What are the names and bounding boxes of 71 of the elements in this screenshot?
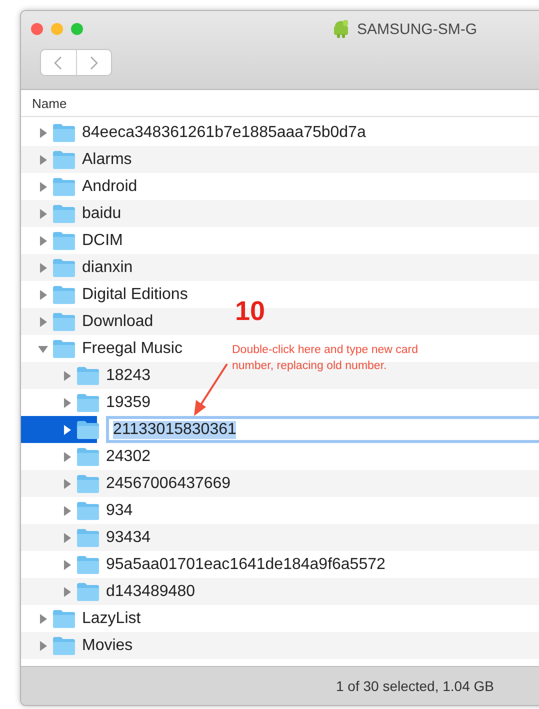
file-name[interactable]: Download	[82, 312, 154, 330]
folder-icon	[76, 528, 100, 548]
triangle-down-icon[interactable]	[38, 344, 48, 354]
triangle-right-icon[interactable]	[38, 236, 48, 246]
folder-icon	[52, 204, 76, 224]
folder-icon	[52, 608, 76, 628]
file-name[interactable]: dianxin	[82, 258, 133, 276]
file-name[interactable]: 934	[106, 502, 133, 520]
file-name[interactable]: Freegal Music	[82, 340, 182, 358]
folder-icon	[76, 554, 100, 574]
triangle-right-icon[interactable]	[38, 640, 48, 650]
android-icon	[331, 19, 351, 39]
triangle-right-icon[interactable]	[38, 290, 48, 300]
folder-icon	[52, 150, 76, 170]
triangle-right-icon[interactable]	[62, 478, 72, 488]
chevron-left-icon	[54, 56, 62, 70]
triangle-right-icon[interactable]	[38, 262, 48, 272]
file-name[interactable]: Alarms	[82, 150, 132, 168]
triangle-right-icon[interactable]	[62, 560, 72, 570]
triangle-right-icon[interactable]	[62, 424, 72, 434]
close-button[interactable]	[31, 23, 43, 35]
column-header[interactable]: Name	[32, 96, 67, 110]
step-number: 10	[235, 296, 266, 327]
folder-icon	[52, 284, 76, 304]
triangle-right-icon[interactable]	[62, 586, 72, 596]
triangle-right-icon[interactable]	[38, 316, 48, 326]
triangle-right-icon[interactable]	[62, 506, 72, 516]
file-name[interactable]: baidu	[82, 204, 122, 222]
folder-icon	[52, 338, 76, 358]
triangle-right-icon[interactable]	[62, 452, 72, 462]
folder-icon	[76, 366, 100, 386]
triangle-right-icon[interactable]	[38, 154, 48, 164]
file-name[interactable]: Android	[82, 178, 138, 196]
folder-icon	[76, 582, 100, 602]
folder-icon	[76, 474, 100, 494]
folder-icon	[76, 420, 100, 440]
triangle-right-icon[interactable]	[38, 182, 48, 192]
triangle-right-icon[interactable]	[38, 128, 48, 138]
status-text: 1 of 30 selected, 1.04 GB	[336, 678, 494, 694]
triangle-right-icon[interactable]	[38, 208, 48, 218]
triangle-right-icon[interactable]	[62, 532, 72, 542]
zoom-button[interactable]	[71, 23, 83, 35]
triangle-right-icon[interactable]	[62, 370, 72, 380]
file-name[interactable]: 95a5aa01701eac1641de184a9f6a5572	[106, 556, 386, 574]
chevron-right-icon	[90, 56, 98, 70]
file-name[interactable]: 19359	[106, 394, 150, 412]
arrow	[194, 363, 228, 416]
window-title: SAMSUNG-SM-G	[357, 20, 477, 38]
file-name[interactable]: LazyList	[82, 610, 141, 628]
file-name[interactable]: d143489480	[106, 582, 195, 600]
file-name[interactable]: 24567006437669	[106, 474, 231, 492]
file-name[interactable]: 93434	[106, 528, 150, 546]
file-name[interactable]: 84eeca348361261b7e1885aaa75b0d7a	[82, 124, 366, 142]
folder-icon	[52, 176, 76, 196]
folder-icon	[52, 122, 76, 142]
folder-icon	[52, 636, 76, 656]
rename-field[interactable]: 21133015830361	[106, 416, 539, 443]
triangle-right-icon[interactable]	[38, 614, 48, 624]
folder-icon	[76, 446, 100, 466]
folder-icon	[52, 258, 76, 278]
folder-icon	[76, 392, 100, 412]
file-name[interactable]: Movies	[82, 636, 133, 654]
file-name[interactable]: Digital Editions	[82, 286, 188, 304]
file-name[interactable]: 24302	[106, 448, 150, 466]
file-name[interactable]: 18243	[106, 366, 150, 384]
annotation-text: Double-click here and type new card number, replacing old number.	[232, 343, 420, 374]
file-name[interactable]: DCIM	[82, 232, 123, 250]
folder-icon	[52, 230, 76, 250]
folder-icon	[52, 312, 76, 332]
folder-icon	[76, 500, 100, 520]
triangle-right-icon[interactable]	[62, 398, 72, 408]
